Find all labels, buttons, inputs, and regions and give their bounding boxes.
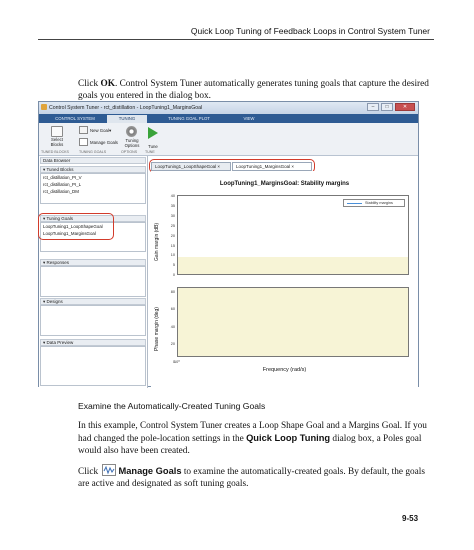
x-tick-label: 10⁰ bbox=[174, 360, 180, 364]
designs-header[interactable]: ▾ Designs bbox=[40, 298, 146, 305]
minimize-button[interactable]: – bbox=[367, 103, 379, 111]
data-browser-title: Data Browser bbox=[40, 157, 146, 164]
triangle-down-icon: ▾ bbox=[43, 340, 46, 345]
group-tune: TUNE bbox=[145, 150, 155, 154]
app-icon bbox=[41, 104, 47, 110]
group-options: OPTIONS bbox=[121, 150, 138, 154]
tab-control-system[interactable]: CONTROL SYSTEM bbox=[45, 115, 105, 123]
manage-goals-button[interactable]: Manage Goals bbox=[79, 138, 123, 148]
legend-line bbox=[347, 203, 362, 204]
tune-button[interactable]: Tune bbox=[145, 126, 161, 149]
legend: Stability margins bbox=[343, 199, 405, 207]
phase-margin-ylabel: Phase margin (deg) bbox=[154, 307, 160, 351]
legend-label: Stability margins bbox=[365, 201, 393, 205]
tab-view[interactable]: VIEW bbox=[229, 115, 269, 123]
page-number: 9-53 bbox=[402, 514, 419, 523]
close-button[interactable]: ✕ bbox=[395, 103, 415, 111]
play-icon bbox=[148, 127, 158, 139]
data-preview-area bbox=[40, 346, 146, 386]
toolstrip-tabs: CONTROL SYSTEM TUNING TUNING GOAL PLOT V… bbox=[39, 114, 418, 123]
plot-title: LoopTuning1_MarginsGoal: Stability margi… bbox=[219, 181, 350, 187]
manage-goals-icon bbox=[102, 464, 117, 476]
select-blocks-button[interactable]: Select Blocks bbox=[45, 126, 69, 147]
section-heading: Examine the Automatically-Created Tuning… bbox=[78, 401, 266, 411]
intro-paragraph: Click OK. Control System Tuner automatic… bbox=[78, 79, 429, 101]
quick-loop-tuning-keyword: Quick Loop Tuning bbox=[246, 433, 331, 443]
triangle-down-icon: ▾ bbox=[43, 167, 46, 172]
control-system-tuner-window: Control System Tuner - rct_distillation … bbox=[38, 101, 419, 388]
new-goal-button[interactable]: New Goal ▾ bbox=[79, 126, 119, 136]
phase-margin-region bbox=[178, 288, 408, 356]
group-tuning-goals: TUNING GOALS bbox=[79, 150, 107, 154]
tuned-blocks-list: rct_distillation_PI_V rct_distillation_P… bbox=[40, 173, 146, 204]
list-item[interactable]: rct_distillation_DM bbox=[41, 188, 145, 195]
ok-keyword: OK bbox=[100, 79, 115, 89]
tab-tuning[interactable]: TUNING bbox=[107, 115, 147, 123]
gear-icon bbox=[126, 126, 137, 137]
group-tuned-blocks: TUNED BLOCKS bbox=[41, 150, 69, 154]
x-axis-label: Frequency (rad/s) bbox=[262, 367, 307, 373]
manage-goals-icon bbox=[79, 138, 88, 146]
list-item[interactable]: rct_distillation_PI_V bbox=[41, 174, 145, 181]
designs-list bbox=[40, 305, 146, 336]
header-rule bbox=[38, 39, 434, 40]
select-blocks-icon bbox=[51, 126, 63, 137]
phase-margin-axes bbox=[177, 287, 409, 357]
responses-list bbox=[40, 266, 146, 297]
tuning-goals-highlight bbox=[38, 213, 114, 240]
triangle-down-icon: ▾ bbox=[43, 299, 46, 304]
phase-tick-labels: 80 60 40 20 0 bbox=[170, 290, 175, 364]
data-browser-panel: Data Browser ▾ Tuned Blocks rct_distilla… bbox=[38, 156, 148, 388]
data-preview-header[interactable]: ▾ Data Preview bbox=[40, 339, 146, 346]
triangle-down-icon: ▾ bbox=[43, 260, 46, 265]
gain-tick-labels: 40 35 30 25 20 15 10 5 0 bbox=[170, 194, 175, 278]
maximize-button[interactable]: □ bbox=[381, 103, 393, 111]
window-title: Control System Tuner - rct_distillation … bbox=[49, 105, 203, 111]
running-header: Quick Loop Tuning of Feedback Loops in C… bbox=[190, 26, 430, 36]
body-paragraph-2: Click Manage Goals to examine the automa… bbox=[78, 464, 425, 489]
stability-margins-plot: LoopTuning1_MarginsGoal: Stability margi… bbox=[151, 171, 418, 388]
gain-margin-region bbox=[178, 257, 408, 274]
manage-goals-keyword: Manage Goals bbox=[118, 466, 182, 476]
tuned-blocks-header[interactable]: ▾ Tuned Blocks bbox=[40, 166, 146, 173]
tab-tuning-goal-plot[interactable]: TUNING GOAL PLOT bbox=[151, 115, 227, 123]
toolstrip: Select Blocks New Goal ▾ Manage Goals Tu… bbox=[39, 123, 418, 156]
responses-header[interactable]: ▾ Responses bbox=[40, 259, 146, 266]
chevron-down-icon: ▾ bbox=[109, 128, 112, 133]
list-item[interactable]: rct_distillation_PI_L bbox=[41, 181, 145, 188]
gain-margin-ylabel: Gain margin (dB) bbox=[154, 222, 160, 261]
body-paragraph-1: In this example, Control System Tuner cr… bbox=[78, 421, 427, 456]
gain-margin-axes: Stability margins bbox=[177, 195, 409, 275]
new-goal-icon bbox=[79, 126, 88, 134]
window-titlebar: Control System Tuner - rct_distillation … bbox=[39, 102, 418, 114]
